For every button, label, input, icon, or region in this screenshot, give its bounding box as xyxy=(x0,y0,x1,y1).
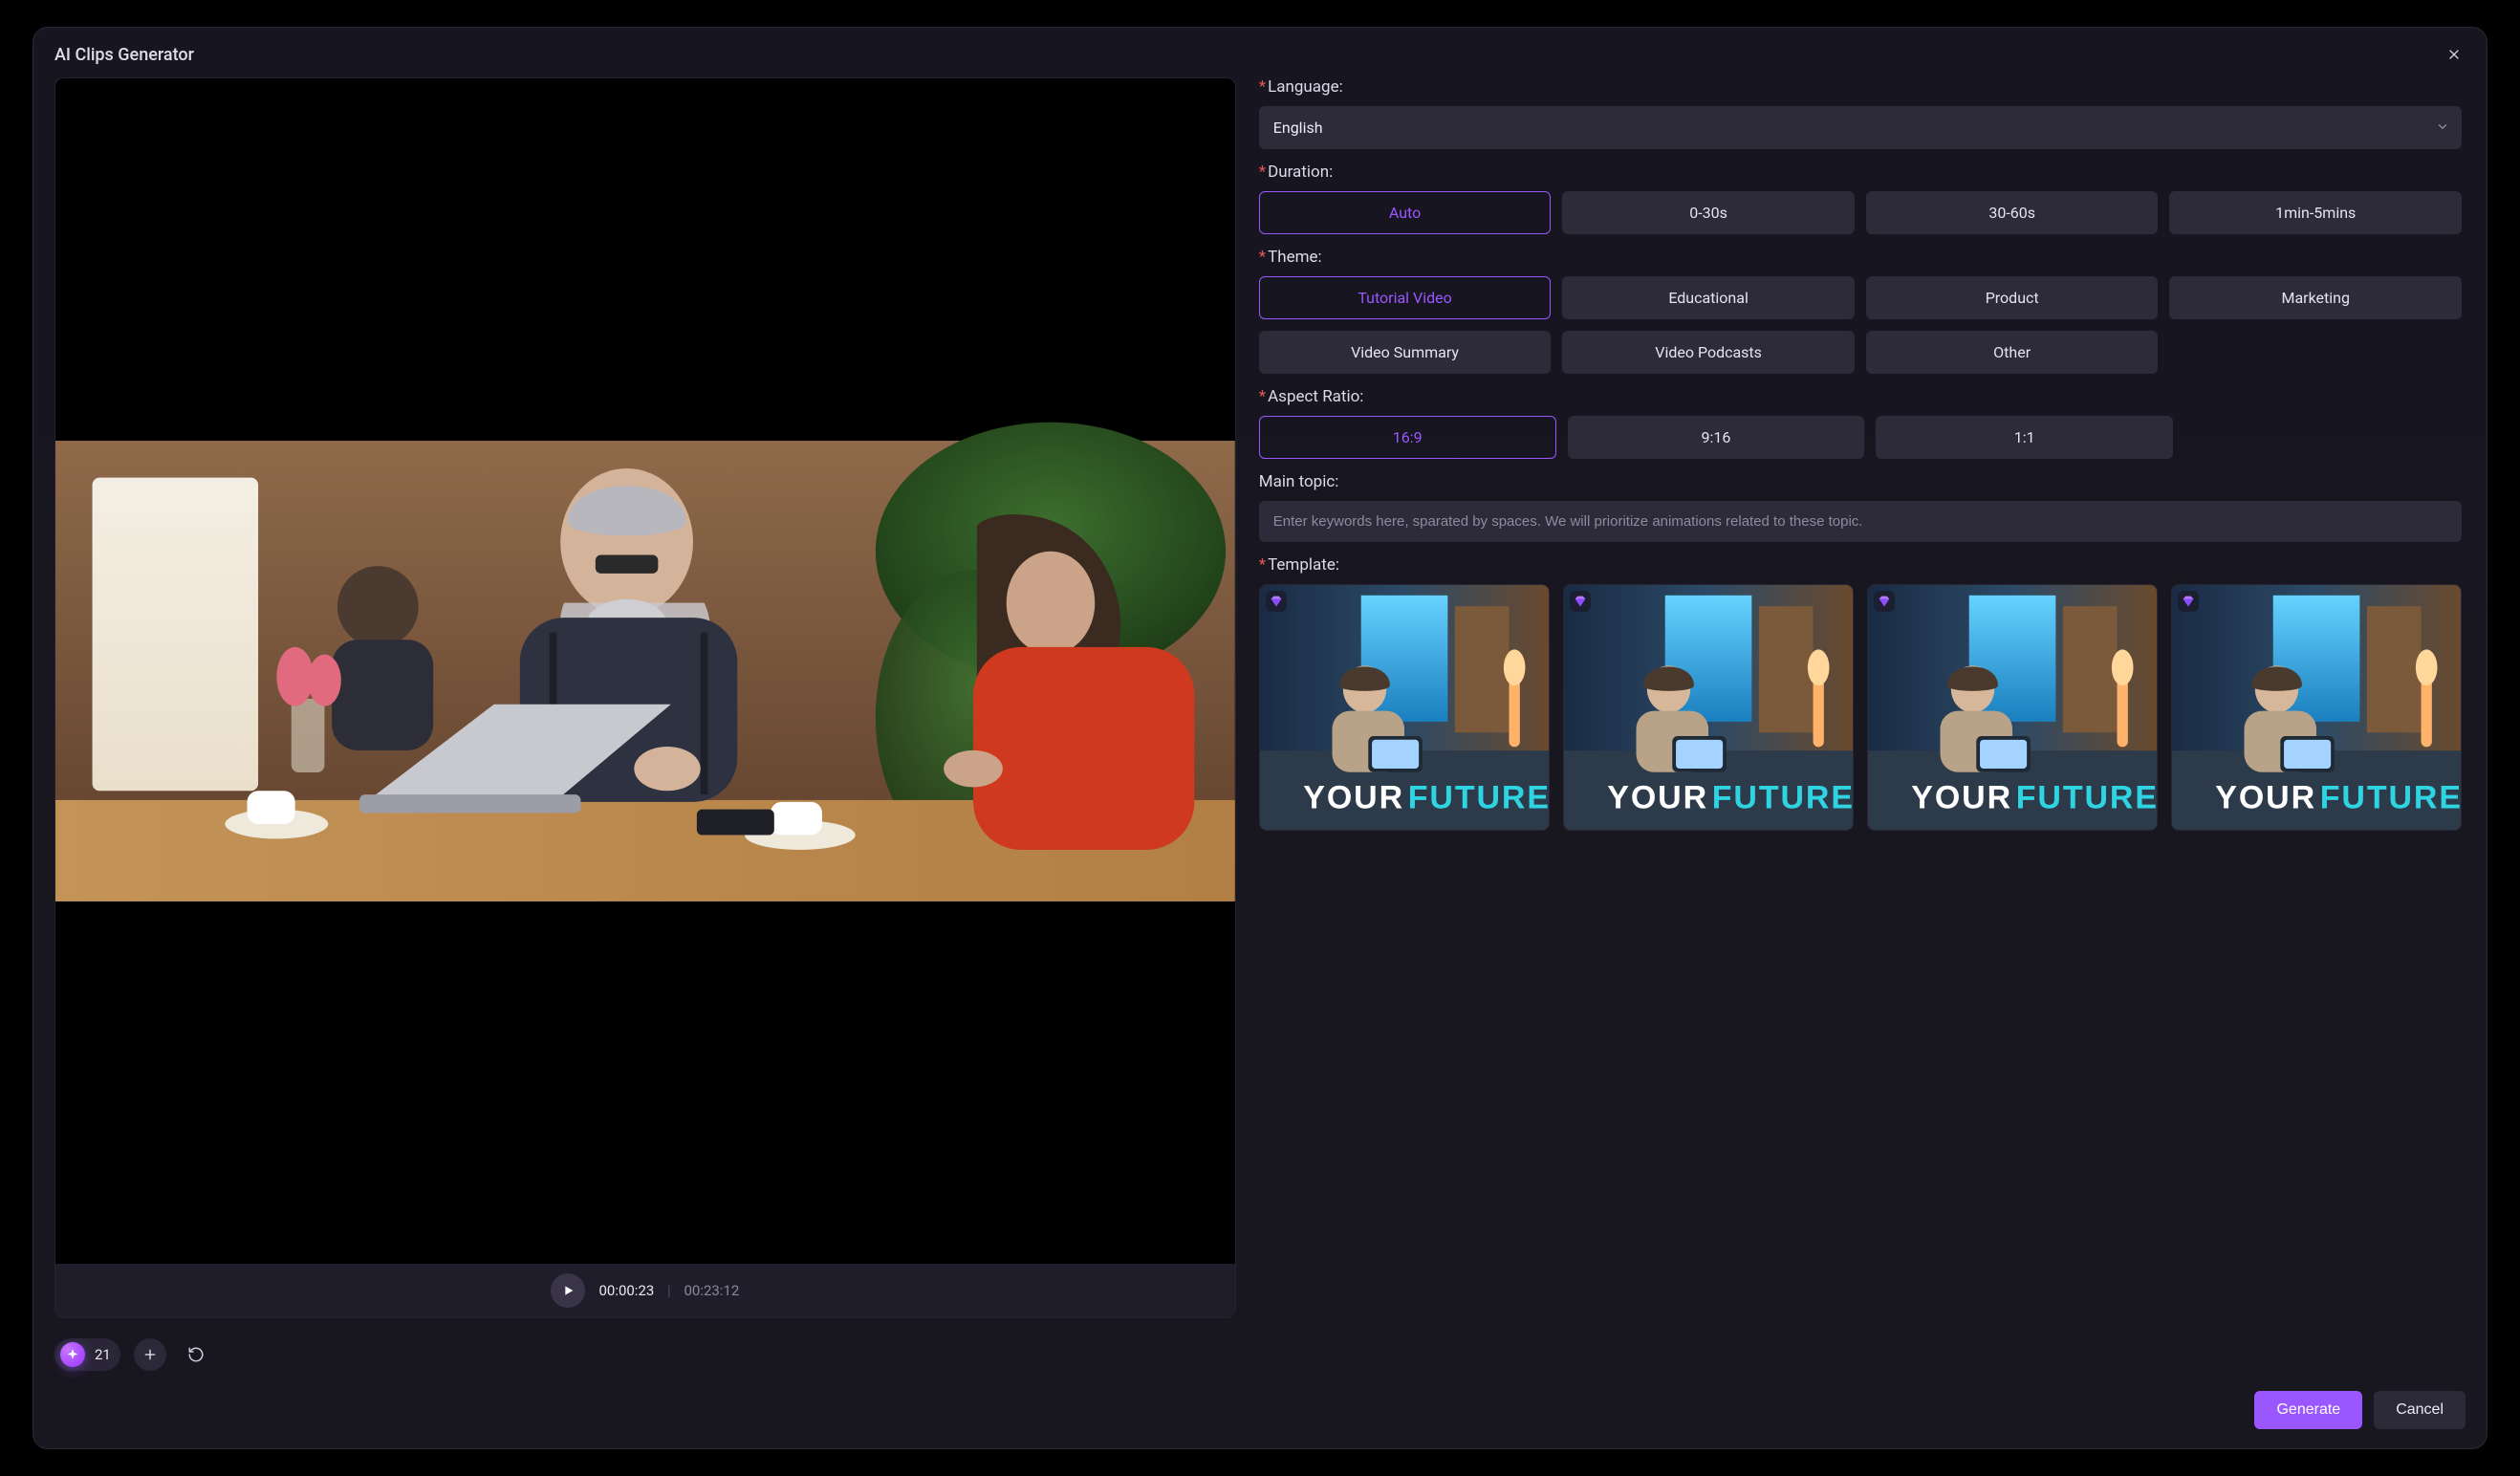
modal-header: AI Clips Generator xyxy=(33,28,2487,77)
close-icon xyxy=(2446,47,2462,62)
template-card-1[interactable]: YOUR FUTURE xyxy=(1259,584,1550,831)
language-select[interactable]: English xyxy=(1259,106,2462,149)
language-label: *Language: xyxy=(1259,77,2462,97)
close-button[interactable] xyxy=(2441,41,2467,68)
gem-icon xyxy=(1266,591,1287,612)
template-thumbnail: YOUR FUTURE xyxy=(1564,585,1853,830)
ai-clips-generator-modal: AI Clips Generator xyxy=(33,27,2487,1449)
template-label: *Template: xyxy=(1259,555,2462,575)
template-section: *Template: xyxy=(1259,555,2462,831)
language-value: English xyxy=(1273,119,1323,137)
gem-icon xyxy=(1570,591,1591,612)
gem-icon xyxy=(1874,591,1895,612)
play-button[interactable] xyxy=(551,1273,585,1308)
theme-option-video-podcasts[interactable]: Video Podcasts xyxy=(1562,331,1855,374)
theme-section: *Theme: Tutorial VideoEducational Product… xyxy=(1259,248,2462,374)
aspect-option-1-1[interactable]: 1:1 xyxy=(1876,416,2173,459)
topic-input[interactable] xyxy=(1259,501,2462,542)
video-area: 00:00:23 | 00:23:12 xyxy=(54,77,1236,1318)
theme-option-educational[interactable]: Educational xyxy=(1562,276,1855,319)
aspect-label: *Aspect Ratio: xyxy=(1259,387,2462,406)
left-footer: 21 xyxy=(54,1335,1236,1374)
time-display: 00:00:23 | 00:23:12 xyxy=(598,1282,739,1299)
template-thumbnail: YOUR FUTURE xyxy=(1260,585,1549,830)
duration-option-0-30s[interactable]: 0-30s xyxy=(1562,191,1855,234)
theme-option-product[interactable]: Product xyxy=(1866,276,2159,319)
aspect-option-16-9[interactable]: 16:9 xyxy=(1259,416,1556,459)
template-options: YOUR FUTURE xyxy=(1259,584,2462,831)
template-thumbnail: YOUR FUTURE xyxy=(2172,585,2461,830)
language-section: *Language: English xyxy=(1259,77,2462,149)
svg-text:FUTURE: FUTURE xyxy=(2016,780,2157,816)
theme-option-video-summary[interactable]: Video Summary xyxy=(1259,331,1552,374)
duration-option-30-60s[interactable]: 30-60s xyxy=(1866,191,2159,234)
player-bar: 00:00:23 | 00:23:12 xyxy=(55,1264,1235,1317)
modal-footer: Generate Cancel xyxy=(33,1385,2487,1448)
theme-option-other[interactable]: Other xyxy=(1866,331,2159,374)
refresh-icon xyxy=(187,1346,205,1363)
svg-text:YOUR: YOUR xyxy=(2215,780,2316,816)
modal-body: 00:00:23 | 00:23:12 21 xyxy=(33,77,2487,1385)
current-time: 00:00:23 xyxy=(598,1282,654,1299)
svg-text:YOUR: YOUR xyxy=(1607,780,1708,816)
topic-section: Main topic: xyxy=(1259,472,2462,542)
time-separator: | xyxy=(667,1282,671,1299)
video-preview[interactable] xyxy=(55,78,1235,1264)
duration: 00:23:12 xyxy=(684,1282,739,1299)
topic-label: Main topic: xyxy=(1259,472,2462,491)
svg-text:FUTURE: FUTURE xyxy=(2320,780,2461,816)
template-thumbnail: YOUR FUTURE xyxy=(1868,585,2157,830)
credits-pill[interactable]: 21 xyxy=(54,1338,120,1371)
svg-text:YOUR: YOUR xyxy=(1303,780,1404,816)
svg-text:YOUR: YOUR xyxy=(1911,780,2012,816)
modal-title: AI Clips Generator xyxy=(54,45,194,65)
add-button[interactable] xyxy=(134,1338,166,1371)
template-card-2[interactable]: YOUR FUTURE xyxy=(1563,584,1854,831)
refresh-button[interactable] xyxy=(180,1338,212,1371)
aspect-option-9-16[interactable]: 9:16 xyxy=(1568,416,1865,459)
chevron-down-icon xyxy=(2436,119,2449,137)
aspect-section: *Aspect Ratio: 16:9 9:16 1:1 xyxy=(1259,387,2462,459)
theme-option-marketing[interactable]: Marketing xyxy=(2169,276,2462,319)
svg-text:FUTURE: FUTURE xyxy=(1408,780,1549,816)
gem-icon xyxy=(2178,591,2199,612)
preview-image xyxy=(55,339,1235,1003)
theme-option-tutorial-video[interactable]: Tutorial Video xyxy=(1259,276,1552,319)
spark-icon xyxy=(60,1342,85,1367)
template-card-3[interactable]: YOUR FUTURE xyxy=(1867,584,2158,831)
duration-option-auto[interactable]: Auto xyxy=(1259,191,1552,234)
template-card-4[interactable]: YOUR FUTURE xyxy=(2171,584,2462,831)
left-column: 00:00:23 | 00:23:12 21 xyxy=(54,77,1236,1374)
duration-options: Auto0-30s 30-60s1min-5mins xyxy=(1259,191,2462,234)
cancel-button[interactable]: Cancel xyxy=(2374,1391,2466,1429)
plus-icon xyxy=(142,1347,158,1362)
right-column: *Language: English *Duration: Auto0-30s 3… xyxy=(1259,77,2466,1374)
generate-button[interactable]: Generate xyxy=(2254,1391,2362,1429)
svg-text:FUTURE: FUTURE xyxy=(1712,780,1853,816)
credits-count: 21 xyxy=(95,1346,111,1363)
aspect-options: 16:9 9:16 1:1 xyxy=(1259,416,2173,459)
duration-section: *Duration: Auto0-30s 30-60s1min-5mins xyxy=(1259,163,2462,234)
duration-option-1min-5mins[interactable]: 1min-5mins xyxy=(2169,191,2462,234)
duration-label: *Duration: xyxy=(1259,163,2462,182)
play-icon xyxy=(560,1283,576,1298)
theme-options: Tutorial VideoEducational ProductMarketin… xyxy=(1259,276,2462,374)
theme-label: *Theme: xyxy=(1259,248,2462,267)
